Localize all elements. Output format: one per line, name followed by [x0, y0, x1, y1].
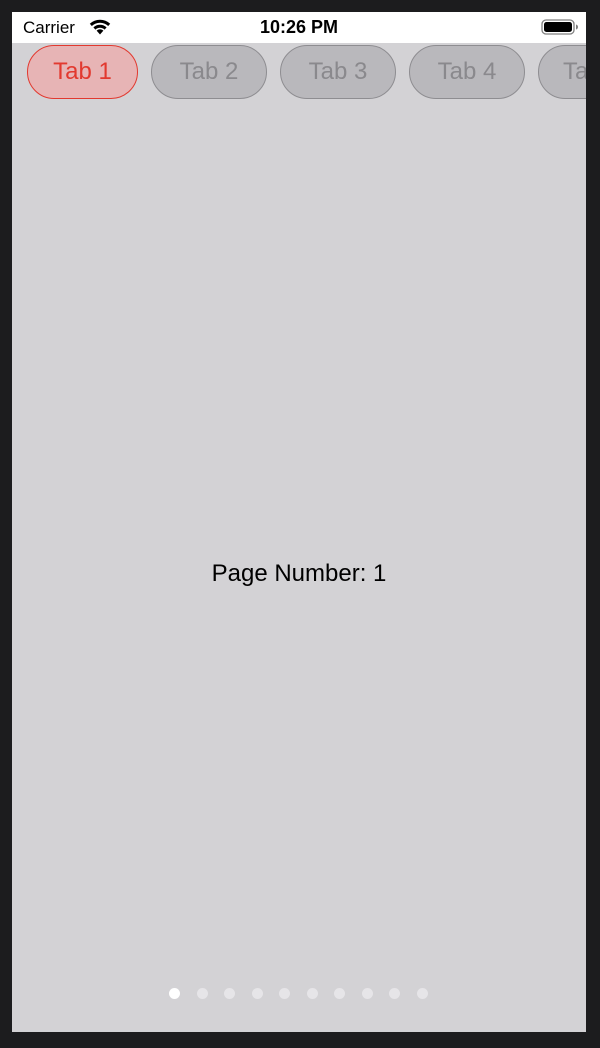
page-dot[interactable]	[389, 988, 400, 999]
app-screen: Carrier 10:26 PM Tab 1 Tab 2 Tab 3 Tab 4…	[12, 12, 586, 1032]
tab-label: Tab 5	[563, 58, 586, 85]
page-number-label: Page Number: 1	[211, 560, 387, 587]
tab-1[interactable]: Tab 1	[27, 45, 138, 99]
tab-label: Tab 1	[53, 58, 112, 85]
page-dot[interactable]	[169, 988, 180, 999]
tab-5[interactable]: Tab 5	[538, 45, 586, 99]
page-dot[interactable]	[307, 988, 318, 999]
page-dot[interactable]	[334, 988, 345, 999]
page-dot[interactable]	[417, 988, 428, 999]
battery-full-icon	[541, 19, 578, 35]
page-dot[interactable]	[362, 988, 373, 999]
tab-strip[interactable]: Tab 1 Tab 2 Tab 3 Tab 4 Tab 5	[12, 43, 586, 105]
page-dot[interactable]	[279, 988, 290, 999]
page-dot[interactable]	[197, 988, 208, 999]
clock-time: 10:26 PM	[259, 17, 339, 37]
page-control[interactable]	[12, 988, 586, 1000]
tab-2[interactable]: Tab 2	[151, 45, 267, 99]
page-dot[interactable]	[252, 988, 263, 999]
status-bar: Carrier 10:26 PM	[12, 12, 586, 43]
tab-label: Tab 2	[179, 58, 239, 85]
tab-label: Tab 3	[308, 58, 368, 85]
page-dot[interactable]	[224, 988, 235, 999]
tab-3[interactable]: Tab 3	[280, 45, 396, 99]
tab-4[interactable]: Tab 4	[409, 45, 525, 99]
tab-label: Tab 4	[437, 58, 497, 85]
